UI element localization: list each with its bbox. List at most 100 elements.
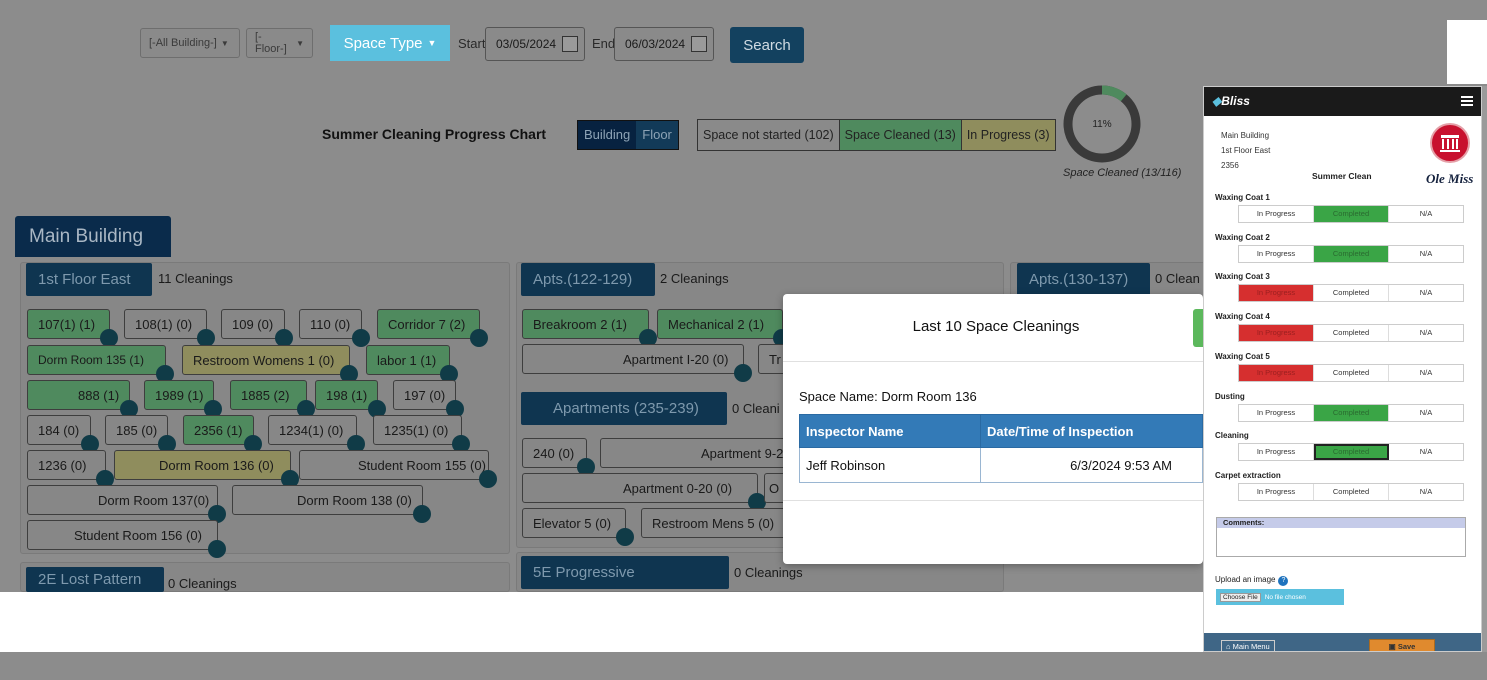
status-option[interactable]: In Progress <box>1239 325 1314 342</box>
main-menu-label: Main Menu <box>1232 642 1270 651</box>
status-option[interactable]: N/A <box>1389 206 1463 222</box>
room-button[interactable]: 1235(1) (0) <box>373 415 470 453</box>
room-button[interactable]: Apartment I-20 (0) <box>522 344 752 382</box>
app-window: [-All Building-] ▼ [-Floor-] ▼ Space Type ▼… <box>0 0 1487 680</box>
room-button[interactable]: 1989 (1) <box>144 380 222 418</box>
caret-down-icon: ▼ <box>427 38 437 48</box>
group-header-apts-130[interactable]: Apts.(130-137) <box>1017 263 1150 296</box>
menu-icon[interactable] <box>1461 96 1473 106</box>
status-option[interactable]: Completed <box>1314 285 1389 302</box>
table-row: Jeff Robinson 6/3/2024 9:53 AM <box>799 447 1203 483</box>
group-header-5e[interactable]: 5E Progressive <box>521 556 729 589</box>
room-label: Breakroom 2 (1) <box>533 316 627 332</box>
file-input[interactable]: Choose File No file chosen <box>1216 589 1344 605</box>
room-button[interactable]: Apartment 9-2 <box>600 438 790 468</box>
save-button[interactable]: ▣ Save <box>1369 639 1435 651</box>
room-button[interactable]: 197 (0) <box>393 380 464 418</box>
status-option[interactable]: Completed <box>1314 483 1389 500</box>
status-option[interactable]: Completed <box>1314 325 1389 342</box>
status-option[interactable]: Completed <box>1314 245 1389 262</box>
status-option[interactable]: Completed <box>1314 444 1389 461</box>
status-option[interactable]: In Progress <box>1239 364 1314 381</box>
table-header-row: Inspector Name Date/Time of Inspection <box>799 414 1203 448</box>
group-header-1st-floor-east[interactable]: 1st Floor East <box>26 263 152 296</box>
room-button[interactable]: 2356 (1) <box>183 415 262 453</box>
toggle-building[interactable]: Building <box>578 121 637 149</box>
building-header[interactable]: Main Building <box>15 216 171 257</box>
status-option[interactable]: N/A <box>1389 444 1463 460</box>
group-header-apts-122[interactable]: Apts.(122-129) <box>521 263 655 296</box>
start-date-input[interactable]: 03/05/2024 <box>485 27 585 61</box>
room-button[interactable]: Breakroom 2 (1) <box>522 309 657 347</box>
room-button[interactable]: Student Room 155 (0) <box>299 450 497 488</box>
main-menu-button[interactable]: ⌂ Main Menu <box>1221 640 1275 651</box>
status-option[interactable]: In Progress <box>1239 404 1314 421</box>
room-button[interactable]: 110 (0) <box>299 309 370 347</box>
search-button[interactable]: Search <box>730 27 804 63</box>
room-button[interactable]: 1236 (0) <box>27 450 114 488</box>
status-option[interactable]: Completed <box>1314 404 1389 421</box>
floor-select[interactable]: [-Floor-] ▼ <box>246 28 313 58</box>
room-label: Apartment 0-20 (0) <box>623 480 733 496</box>
room-button[interactable]: Dorm Room 136 (0) <box>114 450 299 488</box>
room-button[interactable]: labor 1 (1) <box>366 345 458 383</box>
room-button[interactable]: 240 (0) <box>522 438 595 476</box>
room-button[interactable]: 1234(1) (0) <box>268 415 365 453</box>
space-type-dropdown[interactable]: Space Type ▼ <box>330 25 450 61</box>
chevron-down-icon: ▼ <box>220 38 229 48</box>
room-button[interactable]: Elevator 5 (0) <box>522 508 634 546</box>
room-button[interactable]: 108(1) (0) <box>124 309 215 347</box>
group-header-2e[interactable]: 2E Lost Pattern <box>26 567 164 592</box>
room-button[interactable]: Restroom Mens 5 (0) <box>641 508 790 538</box>
room-label: 1234(1) (0) <box>279 422 344 438</box>
group-header-apartments-235[interactable]: Apartments (235-239) <box>521 392 727 425</box>
modal-title: Last 10 Space Cleanings <box>912 318 1080 335</box>
status-option[interactable]: N/A <box>1389 246 1463 262</box>
room-label: Dorm Room 135 (1) <box>38 353 145 367</box>
status-option[interactable]: Completed <box>1314 206 1389 222</box>
column-inspector: Inspector Name <box>799 414 981 448</box>
room-button[interactable]: 1885 (2) <box>230 380 315 418</box>
status-option[interactable]: In Progress <box>1239 483 1314 500</box>
building-select[interactable]: [-All Building-] ▼ <box>140 28 240 58</box>
room-button[interactable]: Dorm Room 137(0) <box>27 485 226 523</box>
group-count: 0 Cleanings <box>168 576 237 591</box>
status-option[interactable]: In Progress <box>1239 245 1314 262</box>
status-option[interactable]: N/A <box>1389 405 1463 421</box>
status-option[interactable]: N/A <box>1389 484 1463 500</box>
room-button[interactable]: Apartment 0-20 (0) <box>522 473 766 511</box>
comments-box[interactable]: Comments: <box>1216 517 1466 557</box>
calendar-icon[interactable] <box>691 36 707 52</box>
chart-legend: Space not started (102) Space Cleaned (1… <box>697 119 1056 151</box>
status-option[interactable]: In Progress <box>1239 206 1314 222</box>
room-button[interactable]: 198 (1) <box>315 380 386 418</box>
task-label: Waxing Coat 3 <box>1215 272 1270 282</box>
room-button[interactable]: Mechanical 2 (1) <box>657 309 791 347</box>
toggle-floor[interactable]: Floor <box>636 121 678 149</box>
calendar-icon[interactable] <box>562 36 578 52</box>
room-button[interactable]: Restroom Womens 1 (0) <box>182 345 358 383</box>
cleanings-modal: Last 10 Space Cleanings Space Name: Dorm… <box>783 294 1203 564</box>
status-option[interactable]: N/A <box>1389 325 1463 341</box>
space-type-label: Space Type <box>343 34 423 52</box>
end-date-input[interactable]: 06/03/2024 <box>614 27 714 61</box>
status-option[interactable]: In Progress <box>1239 444 1314 461</box>
status-option[interactable]: In Progress <box>1239 285 1314 302</box>
room-button[interactable]: 107(1) (1) <box>27 309 118 347</box>
room-button[interactable]: 109 (0) <box>221 309 293 347</box>
room-button[interactable]: Dorm Room 138 (0) <box>232 485 431 523</box>
scrollbar[interactable] <box>1482 86 1487 652</box>
room-button[interactable]: Corridor 7 (2) <box>377 309 488 347</box>
status-option[interactable]: N/A <box>1389 365 1463 381</box>
status-option[interactable]: Completed <box>1314 364 1389 381</box>
help-icon[interactable]: ? <box>1278 576 1289 586</box>
room-button[interactable]: 888 (1) <box>27 380 138 418</box>
room-button[interactable]: 184 (0) <box>27 415 99 453</box>
status-option[interactable]: N/A <box>1389 285 1463 301</box>
modal-action-button[interactable] <box>1193 309 1203 347</box>
room-button[interactable]: Student Room 156 (0) <box>27 520 226 558</box>
choose-file-button[interactable]: Choose File <box>1220 592 1261 602</box>
room-button[interactable]: 185 (0) <box>105 415 176 453</box>
status-dot <box>413 505 431 523</box>
room-button[interactable]: Dorm Room 135 (1) <box>27 345 174 383</box>
